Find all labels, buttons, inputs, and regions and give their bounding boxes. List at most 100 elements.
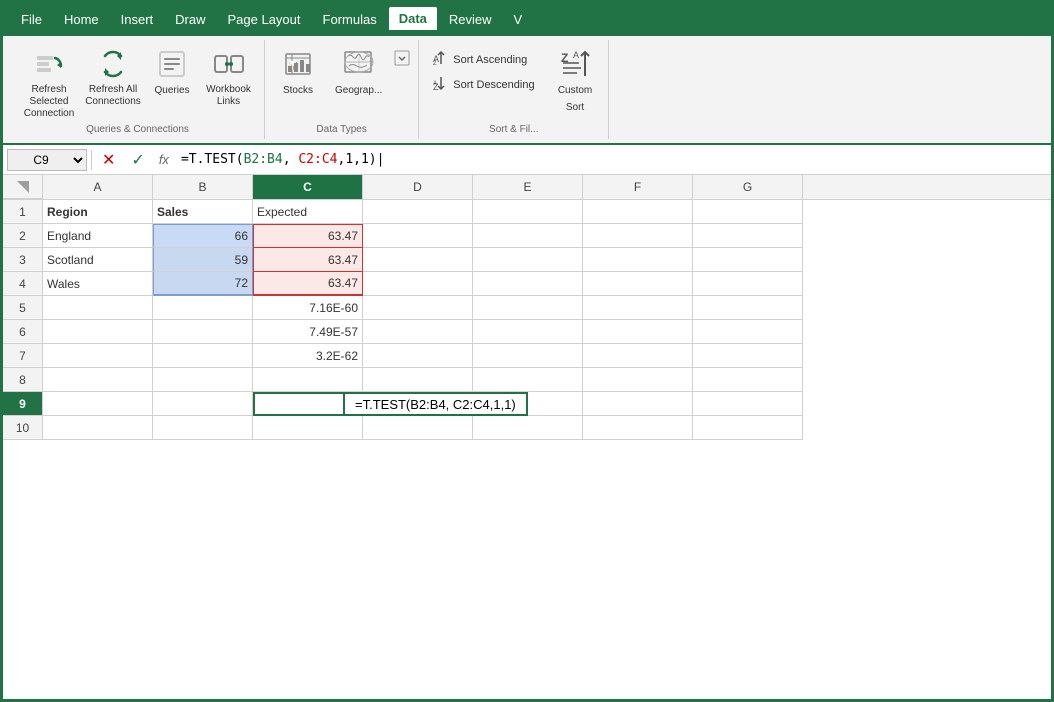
cell-reference-box[interactable]: C9: [7, 149, 87, 171]
cell-a6[interactable]: [43, 320, 153, 344]
sort-descending-button[interactable]: A Z Sort Descending: [427, 73, 546, 96]
col-header-g[interactable]: G: [693, 175, 803, 199]
geography-button[interactable]: Geograp...: [327, 44, 390, 101]
corner-cell[interactable]: [3, 175, 43, 199]
menu-formulas[interactable]: Formulas: [313, 8, 387, 31]
cell-g7[interactable]: [693, 344, 803, 368]
cell-c4[interactable]: 63.47: [253, 272, 363, 296]
cell-e8[interactable]: [473, 368, 583, 392]
cell-a8[interactable]: [43, 368, 153, 392]
cell-b5[interactable]: [153, 296, 253, 320]
cell-b7[interactable]: [153, 344, 253, 368]
cell-f1[interactable]: [583, 200, 693, 224]
row-header-8[interactable]: 8: [3, 368, 43, 392]
cell-a9[interactable]: [43, 392, 153, 416]
menu-more[interactable]: V: [504, 8, 533, 31]
menu-home[interactable]: Home: [54, 8, 109, 31]
col-header-e[interactable]: E: [473, 175, 583, 199]
cell-d6[interactable]: [363, 320, 473, 344]
data-types-expand[interactable]: [394, 44, 410, 66]
cell-b2[interactable]: 66: [153, 224, 253, 248]
menu-insert[interactable]: Insert: [111, 8, 164, 31]
row-header-5[interactable]: 5: [3, 296, 43, 320]
cell-e4[interactable]: [473, 272, 583, 296]
cell-a3[interactable]: Scotland: [43, 248, 153, 272]
cell-d5[interactable]: [363, 296, 473, 320]
cell-e3[interactable]: [473, 248, 583, 272]
menu-draw[interactable]: Draw: [165, 8, 215, 31]
custom-sort-button[interactable]: Z A Custom Sort: [550, 44, 600, 118]
cell-e2[interactable]: [473, 224, 583, 248]
col-header-b[interactable]: B: [153, 175, 253, 199]
cell-c7[interactable]: 3.2E-62: [253, 344, 363, 368]
cell-d8[interactable]: [363, 368, 473, 392]
cell-e10[interactable]: [473, 416, 583, 440]
cell-a10[interactable]: [43, 416, 153, 440]
cell-d2[interactable]: [363, 224, 473, 248]
cell-e6[interactable]: [473, 320, 583, 344]
cell-g3[interactable]: [693, 248, 803, 272]
cell-b6[interactable]: [153, 320, 253, 344]
cell-f5[interactable]: [583, 296, 693, 320]
cancel-button[interactable]: ✕: [96, 148, 121, 172]
cell-f4[interactable]: [583, 272, 693, 296]
menu-file[interactable]: File: [11, 8, 52, 31]
cell-c10[interactable]: [253, 416, 363, 440]
cell-e5[interactable]: [473, 296, 583, 320]
row-header-4[interactable]: 4: [3, 272, 43, 296]
cell-a1[interactable]: Region: [43, 200, 153, 224]
cell-g9[interactable]: [693, 392, 803, 416]
col-header-f[interactable]: F: [583, 175, 693, 199]
row-header-2[interactable]: 2: [3, 224, 43, 248]
cell-g2[interactable]: [693, 224, 803, 248]
cell-g1[interactable]: [693, 200, 803, 224]
cell-b9[interactable]: [153, 392, 253, 416]
fx-button[interactable]: fx: [155, 152, 173, 167]
menu-data[interactable]: Data: [389, 7, 437, 32]
row-header-10[interactable]: 10: [3, 416, 43, 440]
stocks-button[interactable]: 📊 Stocks: [273, 44, 323, 101]
cell-c8[interactable]: [253, 368, 363, 392]
cell-b1[interactable]: Sales: [153, 200, 253, 224]
cell-f2[interactable]: [583, 224, 693, 248]
row-header-9[interactable]: 9: [3, 392, 43, 416]
cell-d4[interactable]: [363, 272, 473, 296]
cell-a7[interactable]: [43, 344, 153, 368]
cell-b3[interactable]: 59: [153, 248, 253, 272]
cell-c2[interactable]: 63.47: [253, 224, 363, 248]
cell-c5[interactable]: 7.16E-60: [253, 296, 363, 320]
workbook-links-button[interactable]: WorkbookLinks: [201, 44, 256, 112]
menu-page-layout[interactable]: Page Layout: [218, 8, 311, 31]
cell-f6[interactable]: [583, 320, 693, 344]
confirm-button[interactable]: ✓: [125, 148, 150, 172]
queries-button[interactable]: Queries: [147, 44, 197, 101]
cell-a4[interactable]: Wales: [43, 272, 153, 296]
col-header-a[interactable]: A: [43, 175, 153, 199]
cell-g6[interactable]: [693, 320, 803, 344]
cell-f7[interactable]: [583, 344, 693, 368]
cell-f10[interactable]: [583, 416, 693, 440]
col-header-c[interactable]: C: [253, 175, 363, 199]
row-header-7[interactable]: 7: [3, 344, 43, 368]
cell-g8[interactable]: [693, 368, 803, 392]
cell-b10[interactable]: [153, 416, 253, 440]
row-header-1[interactable]: 1: [3, 200, 43, 224]
col-header-d[interactable]: D: [363, 175, 473, 199]
cell-c1[interactable]: Expected: [253, 200, 363, 224]
cell-c6[interactable]: 7.49E-57: [253, 320, 363, 344]
cell-a5[interactable]: [43, 296, 153, 320]
cell-d1[interactable]: [363, 200, 473, 224]
row-header-3[interactable]: 3: [3, 248, 43, 272]
cell-g10[interactable]: [693, 416, 803, 440]
cell-a2[interactable]: England: [43, 224, 153, 248]
cell-b4[interactable]: 72: [153, 272, 253, 296]
cell-f8[interactable]: [583, 368, 693, 392]
cell-g5[interactable]: [693, 296, 803, 320]
menu-review[interactable]: Review: [439, 8, 502, 31]
formula-input[interactable]: =T.TEST(B2:B4, C2:C4,1,1)|: [177, 150, 1047, 169]
cell-d3[interactable]: [363, 248, 473, 272]
cell-b8[interactable]: [153, 368, 253, 392]
cell-f3[interactable]: [583, 248, 693, 272]
cell-e1[interactable]: [473, 200, 583, 224]
cell-c3[interactable]: 63.47: [253, 248, 363, 272]
